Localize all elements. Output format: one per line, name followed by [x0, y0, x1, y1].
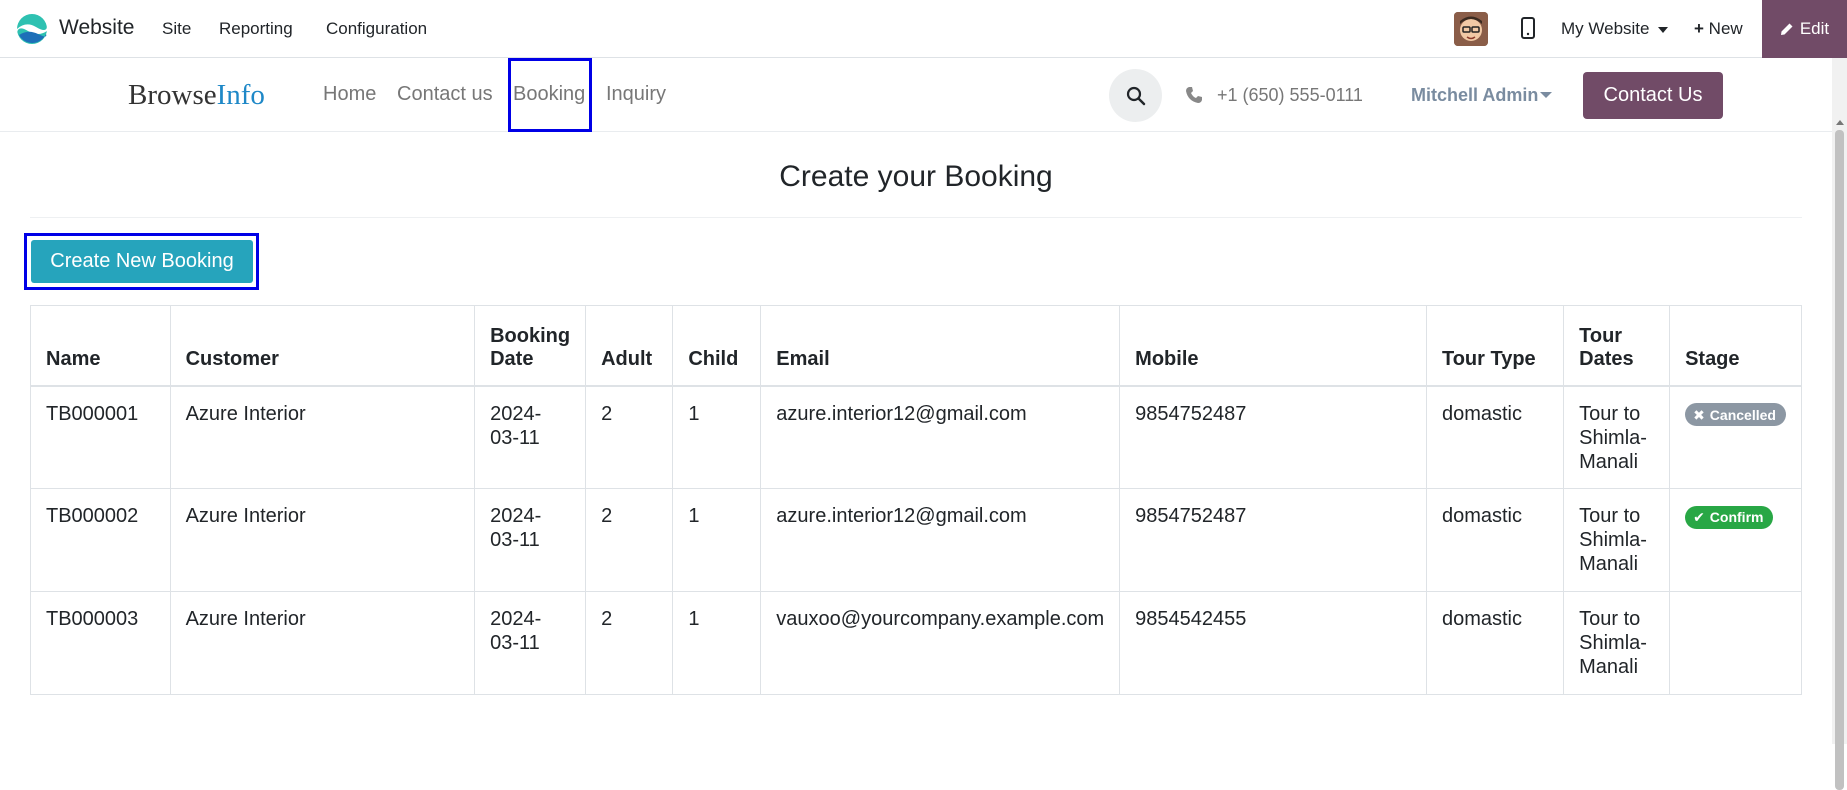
cell-email: vauxoo@yourcompany.example.com [760, 591, 1121, 695]
menu-reporting[interactable]: Reporting [219, 19, 293, 39]
cell-name: TB000003 [30, 591, 171, 695]
brand-part-2: Info [216, 79, 265, 111]
header-email: Email [760, 305, 1121, 386]
website-selector[interactable]: My Website [1561, 19, 1669, 39]
header-name: Name [30, 305, 171, 386]
admin-bar: Website Site Reporting Configuration My … [0, 0, 1847, 58]
header-stage: Stage [1669, 305, 1802, 386]
header-adult: Adult [585, 305, 674, 386]
cell-stage: ✖ Cancelled [1669, 385, 1802, 489]
cell-mobile: 9854752487 [1119, 488, 1427, 592]
phone-icon [1186, 87, 1202, 103]
status-badge-label: Cancelled [1709, 406, 1776, 423]
cell-child: 1 [672, 385, 762, 489]
scrollbar[interactable] [1832, 58, 1847, 790]
cell-adult: 2 [585, 385, 674, 489]
cell-adult: 2 [585, 488, 674, 592]
cell-tour-dates: Tour to Shimla-Manali [1563, 385, 1671, 489]
nav-home[interactable]: Home [323, 83, 376, 106]
cell-booking-date: 2024-03-11 [474, 385, 587, 489]
cell-email: azure.interior12@gmail.com [760, 488, 1121, 592]
nav-contact-us[interactable]: Contact us [397, 83, 493, 106]
header-mobile: Mobile [1119, 305, 1427, 386]
cell-tour-type: domastic [1425, 488, 1565, 592]
phone-number[interactable]: +1 (650) 555-0111 [1217, 85, 1363, 106]
cell-tour-dates: Tour to Shimla-Manali [1563, 591, 1671, 695]
status-badge-label: Confirm [1709, 509, 1764, 525]
app-name[interactable]: Website [59, 16, 134, 40]
cell-child: 1 [672, 488, 762, 592]
header-child: Child [672, 305, 762, 386]
header-booking-date: Booking Date [474, 305, 587, 386]
cell-tour-type: domastic [1425, 591, 1565, 695]
cell-name: TB000001 [30, 385, 171, 489]
scroll-thumb[interactable] [1835, 130, 1844, 790]
cell-customer: Azure Interior [169, 488, 476, 592]
cell-customer: Azure Interior [169, 385, 476, 489]
header-tour-type: Tour Type [1425, 305, 1565, 386]
website-app-icon[interactable] [16, 13, 48, 45]
status-badge: ✖ Cancelled [1685, 403, 1786, 426]
page-title: Create your Booking [779, 160, 1053, 193]
menu-configuration[interactable]: Configuration [326, 19, 427, 39]
menu-site[interactable]: Site [162, 19, 191, 39]
contact-us-button[interactable]: Contact Us [1583, 72, 1723, 119]
caret-down-icon [1658, 26, 1669, 33]
scroll-up-arrow[interactable] [1836, 120, 1844, 125]
cell-customer: Azure Interior [169, 591, 476, 695]
cell-name: TB000002 [30, 488, 171, 592]
bookings-table: Name Customer Booking Date Adult Child E… [30, 305, 1802, 695]
cell-email: azure.interior12@gmail.com [760, 385, 1121, 489]
cell-child: 1 [672, 591, 762, 695]
new-button[interactable]: + New [1694, 19, 1743, 39]
site-header: BrowseInfo Home Contact us Booking Inqui… [0, 58, 1832, 132]
search-icon [1126, 86, 1145, 105]
brand-part-1: Browse [128, 79, 217, 111]
header-customer: Customer [169, 305, 476, 386]
edit-button-label: Edit [1799, 19, 1830, 38]
cell-stage [1669, 591, 1802, 695]
edit-button[interactable]: Edit [1762, 0, 1847, 58]
plus-icon: + [1694, 19, 1704, 38]
header-tour-dates: Tour Dates [1563, 305, 1671, 386]
create-new-booking-button[interactable]: Create New Booking [31, 240, 253, 283]
brand-logo[interactable]: BrowseInfo [128, 79, 265, 112]
cell-stage: ✔ Confirm [1669, 488, 1802, 592]
table-row[interactable]: TB000003 Azure Interior 2024-03-11 2 1 v… [30, 591, 1802, 695]
status-badge: ✔ Confirm [1685, 505, 1774, 529]
cell-mobile: 9854752487 [1119, 385, 1427, 489]
avatar[interactable] [1454, 12, 1488, 46]
booking-highlight-frame [508, 58, 592, 132]
mobile-icon[interactable] [1521, 17, 1535, 39]
cell-booking-date: 2024-03-11 [474, 488, 587, 592]
table-row[interactable]: TB000002 Azure Interior 2024-03-11 2 1 a… [30, 488, 1802, 592]
caret-down-icon[interactable] [1540, 92, 1552, 98]
new-button-label: New [1708, 19, 1743, 38]
cell-mobile: 9854542455 [1119, 591, 1427, 695]
pencil-icon [1780, 23, 1793, 35]
search-button[interactable] [1109, 69, 1162, 122]
check-icon: ✔ [1693, 509, 1705, 525]
close-icon: ✖ [1693, 406, 1705, 423]
table-row[interactable]: TB000001 Azure Interior 2024-03-11 2 1 a… [30, 385, 1802, 489]
cell-booking-date: 2024-03-11 [474, 591, 587, 695]
cell-tour-dates: Tour to Shimla-Manali [1563, 488, 1671, 592]
user-menu[interactable]: Mitchell Admin [1411, 85, 1538, 106]
nav-inquiry[interactable]: Inquiry [606, 83, 666, 106]
cell-adult: 2 [585, 591, 674, 695]
divider [30, 217, 1802, 218]
website-selector-label: My Website [1561, 19, 1650, 38]
cell-tour-type: domastic [1425, 385, 1565, 489]
table-header-row: Name Customer Booking Date Adult Child E… [30, 305, 1802, 386]
